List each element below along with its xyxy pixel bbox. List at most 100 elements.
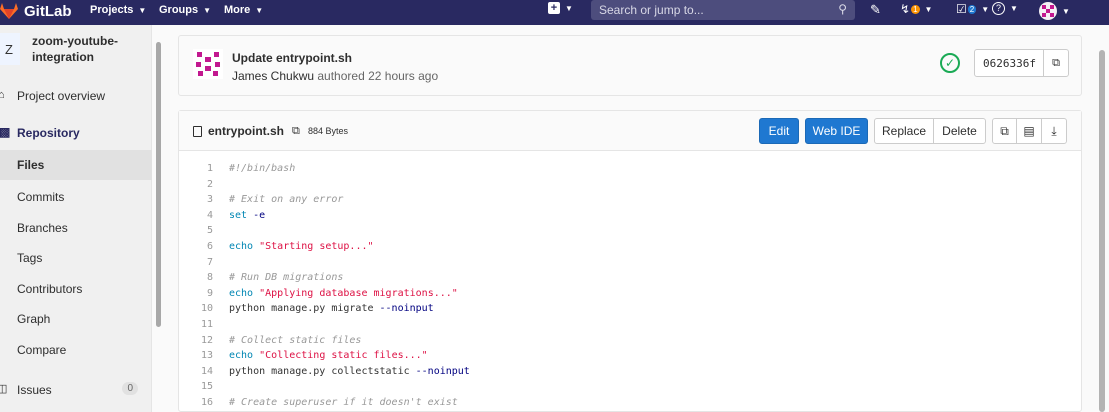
chevron-down-icon: ▼ xyxy=(138,5,147,15)
home-icon: ⌂ xyxy=(0,89,5,101)
line-content: echo "Starting setup..." xyxy=(229,241,374,252)
line-number[interactable]: 1 xyxy=(179,161,213,176)
todos-shortcut[interactable]: ☑ 2 ▼ xyxy=(956,2,989,16)
last-commit-panel: Update entrypoint.sh James Chukwu author… xyxy=(178,35,1082,96)
new-dropdown[interactable]: + ▼ xyxy=(548,2,573,14)
code-line: 7 xyxy=(179,255,1081,270)
line-number[interactable]: 2 xyxy=(179,177,213,192)
line-content: echo "Applying database migrations..." xyxy=(229,287,458,299)
repository-label: Repository xyxy=(17,126,80,140)
project-name: zoom-youtube- integration xyxy=(32,33,118,65)
user-avatar-icon xyxy=(1039,2,1057,20)
line-number[interactable]: 13 xyxy=(179,348,213,363)
nav-projects-label: Projects xyxy=(90,4,134,16)
commit-title-link[interactable]: Update entrypoint.sh xyxy=(232,51,352,65)
check-circle-icon[interactable]: ✓ xyxy=(940,53,960,73)
line-number[interactable]: 14 xyxy=(179,364,213,379)
search-input[interactable]: Search or jump to... ⚲ xyxy=(591,0,855,20)
gitlab-logo-icon xyxy=(0,3,18,19)
sidebar-item-label: Branches xyxy=(17,221,68,235)
line-number[interactable]: 8 xyxy=(179,270,213,285)
project-name-line1: zoom-youtube- xyxy=(32,34,118,48)
sidebar-item-label: Graph xyxy=(17,312,51,326)
top-navbar: GitLab Projects ▼ Groups ▼ More ▼ + ▼ Searc… xyxy=(0,0,1109,25)
issues-icon: ◫ xyxy=(0,383,8,395)
download-button[interactable]: ⤓ xyxy=(1041,118,1067,144)
code-line: 8 # Run DB migrations xyxy=(179,270,1081,285)
line-number[interactable]: 16 xyxy=(179,395,213,410)
file-size: 884 Bytes xyxy=(308,126,349,136)
project-name-line2: integration xyxy=(32,50,94,64)
edit-button[interactable]: Edit xyxy=(759,118,799,144)
author-avatar[interactable] xyxy=(193,49,223,79)
code-line: 10 python manage.py migrate --noinput xyxy=(179,301,1081,316)
project-header[interactable]: Z zoom-youtube- integration xyxy=(0,33,118,65)
chevron-down-icon: ▼ xyxy=(1010,4,1018,13)
commit-author-link[interactable]: James Chukwu xyxy=(232,69,314,83)
issues-shortcut[interactable]: ✎ xyxy=(870,2,881,18)
chevron-down-icon: ▼ xyxy=(203,5,212,15)
file-name: entrypoint.sh xyxy=(208,124,285,138)
file-icon xyxy=(193,125,202,137)
line-number[interactable]: 3 xyxy=(179,192,213,207)
download-icon: ⤓ xyxy=(1051,124,1057,138)
delete-button[interactable]: Delete xyxy=(933,118,986,144)
merge-request-icon: ↯ xyxy=(900,2,911,16)
web-ide-button[interactable]: Web IDE xyxy=(805,118,868,144)
nav-projects[interactable]: Projects ▼ xyxy=(90,4,146,16)
nav-groups[interactable]: Groups ▼ xyxy=(159,4,211,16)
todos-count-badge: 2 xyxy=(967,4,977,14)
line-number[interactable]: 12 xyxy=(179,333,213,348)
nav-more[interactable]: More ▼ xyxy=(224,4,263,16)
code-line: 5 xyxy=(179,223,1081,238)
line-content: # Collect static files xyxy=(229,334,362,346)
sidebar-item-label: Tags xyxy=(17,251,43,265)
replace-button[interactable]: Replace xyxy=(874,118,934,144)
sidebar-item-commits[interactable]: Commits xyxy=(0,190,152,204)
code-line: 2 xyxy=(179,177,1081,192)
sidebar-item-graph[interactable]: Graph xyxy=(0,312,152,326)
chevron-down-icon: ▼ xyxy=(565,3,573,13)
line-number[interactable]: 7 xyxy=(179,255,213,270)
sidebar-item-label: Commits xyxy=(17,190,65,204)
help-icon: ? xyxy=(992,2,1005,15)
code-line: 11 xyxy=(179,317,1081,332)
sidebar-item-tags[interactable]: Tags xyxy=(0,251,152,265)
code-line: 9 echo "Applying database migrations..." xyxy=(179,286,1081,301)
line-number[interactable]: 11 xyxy=(179,317,213,332)
search-placeholder: Search or jump to... xyxy=(599,3,704,17)
search-icon: ⚲ xyxy=(838,2,847,16)
merge-requests-shortcut[interactable]: ↯ 1 ▼ xyxy=(900,2,932,16)
file-viewer: entrypoint.sh ⧉ 884 Bytes Edit Web IDE R… xyxy=(178,110,1082,412)
line-number[interactable]: 15 xyxy=(179,379,213,394)
copy-icon[interactable]: ⧉ xyxy=(292,125,300,138)
issues-label: Issues xyxy=(17,383,52,397)
nav-more-label: More xyxy=(224,4,251,16)
user-menu[interactable]: ▼ xyxy=(1039,2,1070,20)
merge-requests-count-badge: 1 xyxy=(911,4,920,14)
nav-groups-label: Groups xyxy=(159,4,199,16)
chevron-down-icon: ▼ xyxy=(1062,6,1070,16)
plus-icon: + xyxy=(548,2,560,14)
line-number[interactable]: 9 xyxy=(179,286,213,301)
sidebar-scrollbar[interactable] xyxy=(156,42,161,327)
sidebar-item-compare[interactable]: Compare xyxy=(0,343,152,357)
copy-source-button[interactable]: ⧉ xyxy=(992,118,1017,144)
line-number[interactable]: 5 xyxy=(179,223,213,238)
project-avatar: Z xyxy=(0,33,20,65)
sidebar-item-files[interactable]: Files xyxy=(0,150,152,180)
line-number[interactable]: 6 xyxy=(179,239,213,254)
open-raw-button[interactable]: ▤ xyxy=(1016,118,1042,144)
help-dropdown[interactable]: ? ▼ xyxy=(992,2,1018,15)
copy-icon[interactable]: ⧉ xyxy=(1043,50,1068,76)
sidebar-item-label: Files xyxy=(17,158,45,172)
line-number[interactable]: 4 xyxy=(179,208,213,223)
sidebar-item-contributors[interactable]: Contributors xyxy=(0,282,152,296)
commit-sha-group: 0626336f ⧉ xyxy=(974,49,1069,77)
sidebar-item-branches[interactable]: Branches xyxy=(0,221,152,235)
line-content: python manage.py migrate --noinput xyxy=(229,303,434,315)
gitlab-logo[interactable]: GitLab xyxy=(0,2,72,20)
line-number[interactable]: 10 xyxy=(179,301,213,316)
page-scrollbar[interactable] xyxy=(1099,50,1105,412)
commit-sha[interactable]: 0626336f xyxy=(983,57,1036,70)
